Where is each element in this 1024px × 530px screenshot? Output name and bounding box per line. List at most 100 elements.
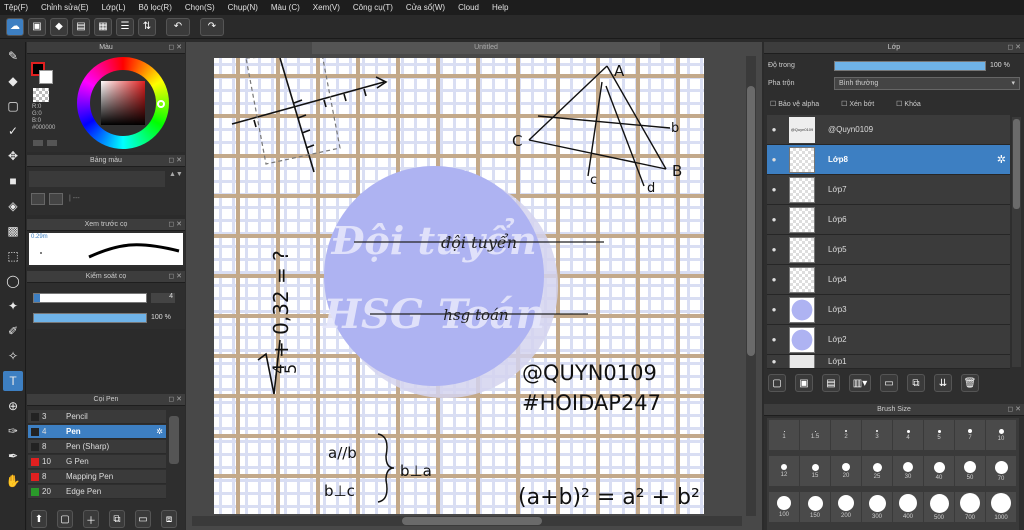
brush-size-cell[interactable]: 200 xyxy=(831,492,861,522)
brush-size-cell[interactable]: 500 xyxy=(924,492,954,522)
visibility-icon[interactable]: ● xyxy=(768,245,780,254)
cloud-icon[interactable]: ☁ xyxy=(6,17,24,36)
select-pen-icon[interactable]: ✐ xyxy=(3,321,23,341)
duplicate-icon[interactable]: ⧈ xyxy=(161,510,177,528)
lasso-tool-icon[interactable]: ◯ xyxy=(3,271,23,291)
canvas-horizontal-scrollbar[interactable] xyxy=(192,516,742,526)
brush-size-cell[interactable]: 5 xyxy=(924,420,954,450)
rect-select-icon[interactable]: ▢ xyxy=(3,96,23,116)
add-layer-dropdown-icon[interactable]: ▥▾ xyxy=(849,374,871,392)
merge-layer-icon[interactable]: ⇊ xyxy=(934,374,952,392)
pen-item[interactable]: 10 G Pen xyxy=(28,455,166,469)
brush-size-cell[interactable]: 20 xyxy=(831,456,861,486)
folder-icon[interactable]: ▭ xyxy=(135,510,151,528)
new-layer-icon[interactable]: ▢ xyxy=(768,374,786,392)
brush-size-cell[interactable]: 4 xyxy=(893,420,923,450)
divide-tool-icon[interactable]: ⊕ xyxy=(3,396,23,416)
brush-size-cell[interactable]: 150 xyxy=(800,492,830,522)
brush-size-cell[interactable]: 70 xyxy=(986,456,1016,486)
color-mode-button-2[interactable] xyxy=(47,140,57,146)
layer-opacity-slider[interactable] xyxy=(834,61,986,71)
visibility-icon[interactable]: ● xyxy=(768,125,780,134)
new-layer-1bit-icon[interactable]: ▤ xyxy=(822,374,840,392)
layer-settings-gear-icon[interactable]: ✲ xyxy=(997,153,1006,166)
visibility-icon[interactable]: ● xyxy=(768,215,780,224)
brush-size-cell[interactable]: 40 xyxy=(924,456,954,486)
pen-list-scrollbar[interactable] xyxy=(169,416,179,464)
layer-row[interactable]: ● Lớp6 xyxy=(767,205,1010,235)
brush-size-cell[interactable]: 15 xyxy=(800,456,830,486)
document-tab[interactable]: Untitled xyxy=(312,42,660,54)
menu-color[interactable]: Màu (C) xyxy=(271,3,300,12)
brush-size-slider[interactable] xyxy=(33,293,147,303)
menu-cloud[interactable]: Cloud xyxy=(458,3,479,12)
text-tool-icon[interactable]: T xyxy=(3,371,23,391)
brush-opacity-slider[interactable] xyxy=(33,313,147,323)
hue-wheel[interactable] xyxy=(77,57,169,149)
brush-size-cell[interactable]: 25 xyxy=(862,456,892,486)
menu-edit[interactable]: Chỉnh sửa(E) xyxy=(41,3,89,12)
brush-size-cell[interactable]: 50 xyxy=(955,456,985,486)
saturation-square[interactable] xyxy=(101,81,145,125)
pen-item[interactable]: 20 Edge Pen xyxy=(28,485,166,499)
brush-size-cell[interactable]: 100 xyxy=(769,492,799,522)
hand-tool-icon[interactable]: ✋ xyxy=(3,471,23,491)
swatch-area[interactable] xyxy=(29,171,165,187)
sort-icon[interactable]: ⇅ xyxy=(138,17,156,36)
menu-file[interactable]: Tệp(F) xyxy=(4,3,28,12)
import-brush-icon[interactable]: ⬆ xyxy=(31,510,47,528)
eraser-tool-icon[interactable]: ◆ xyxy=(3,71,23,91)
visibility-icon[interactable]: ● xyxy=(768,275,780,284)
hue-cursor[interactable] xyxy=(157,100,165,108)
visibility-icon[interactable]: ● xyxy=(768,305,780,314)
bucket-tool-icon[interactable]: ◈ xyxy=(3,196,23,216)
fill-rect-icon[interactable]: ■ xyxy=(3,171,23,191)
clipping-checkbox[interactable]: ☐ Xén bớt xyxy=(841,100,874,108)
brush-size-cell[interactable]: 300 xyxy=(862,492,892,522)
secondary-color-swatch[interactable] xyxy=(39,70,53,84)
brush-size-cell[interactable]: 30 xyxy=(893,456,923,486)
blend-mode-select[interactable]: Bình thường ▾ xyxy=(834,77,1020,90)
copy-brush-icon[interactable]: ⧉ xyxy=(109,510,125,528)
layer-row[interactable]: ● Lớp5 xyxy=(767,235,1010,265)
visibility-icon[interactable]: ● xyxy=(768,185,780,194)
save-icon[interactable]: ▣ xyxy=(28,17,46,36)
brush-size-cell[interactable]: 2 xyxy=(831,420,861,450)
canvas-vertical-scrollbar[interactable] xyxy=(746,56,756,516)
redo-icon[interactable]: ↷ xyxy=(200,17,224,36)
gradient-tool-icon[interactable]: ▩ xyxy=(3,221,23,241)
move-tool-icon[interactable]: ✥ xyxy=(3,146,23,166)
layer-row[interactable]: ● Lớp3 xyxy=(767,295,1010,325)
layer-row-selected[interactable]: ● Lớp8 ✲ xyxy=(767,145,1010,175)
pen-item[interactable]: 8 Pen (Sharp) xyxy=(28,440,166,454)
menu-capture[interactable]: Chụp(N) xyxy=(228,3,258,12)
pen-item[interactable]: 8 Mapping Pen xyxy=(28,470,166,484)
brush-size-cell[interactable]: 10 xyxy=(986,420,1016,450)
pen-tool-icon[interactable]: ✒ xyxy=(3,446,23,466)
duplicate-layer-icon[interactable]: ⧉ xyxy=(907,374,925,392)
visibility-icon[interactable]: ● xyxy=(768,357,780,366)
grid-icon[interactable]: ▦ xyxy=(94,17,112,36)
color-mode-button[interactable] xyxy=(33,140,43,146)
layers-icon[interactable]: ▤ xyxy=(72,17,90,36)
new-brush-icon[interactable]: ▢ xyxy=(57,510,73,528)
visibility-icon[interactable]: ● xyxy=(768,155,780,164)
select-tool-icon[interactable]: ⬚ xyxy=(3,246,23,266)
brush-size-cell[interactable]: 1000 xyxy=(986,492,1016,522)
brush-size-cell[interactable]: 400 xyxy=(893,492,923,522)
gear-icon[interactable]: ✲ xyxy=(156,427,163,436)
protect-alpha-checkbox[interactable]: ☐ Bảo vệ alpha xyxy=(770,100,819,108)
menu-tools[interactable]: Công cụ(T) xyxy=(353,3,393,12)
delete-layer-icon[interactable]: 🗑 xyxy=(961,374,979,392)
brush-size-cell[interactable]: 3 xyxy=(862,420,892,450)
visibility-icon[interactable]: ● xyxy=(768,335,780,344)
brush-size-cell[interactable]: 1 xyxy=(769,420,799,450)
brush-size-cell[interactable]: 12 xyxy=(769,456,799,486)
check-icon[interactable]: ✓ xyxy=(3,121,23,141)
delete-swatch-button[interactable] xyxy=(49,193,63,205)
brush-size-cell[interactable]: 700 xyxy=(955,492,985,522)
brush-size-cell[interactable]: 7 xyxy=(955,420,985,450)
transparent-swatch[interactable] xyxy=(33,88,49,102)
menu-help[interactable]: Help xyxy=(492,3,508,12)
layer-folder-icon[interactable]: ▭ xyxy=(880,374,898,392)
